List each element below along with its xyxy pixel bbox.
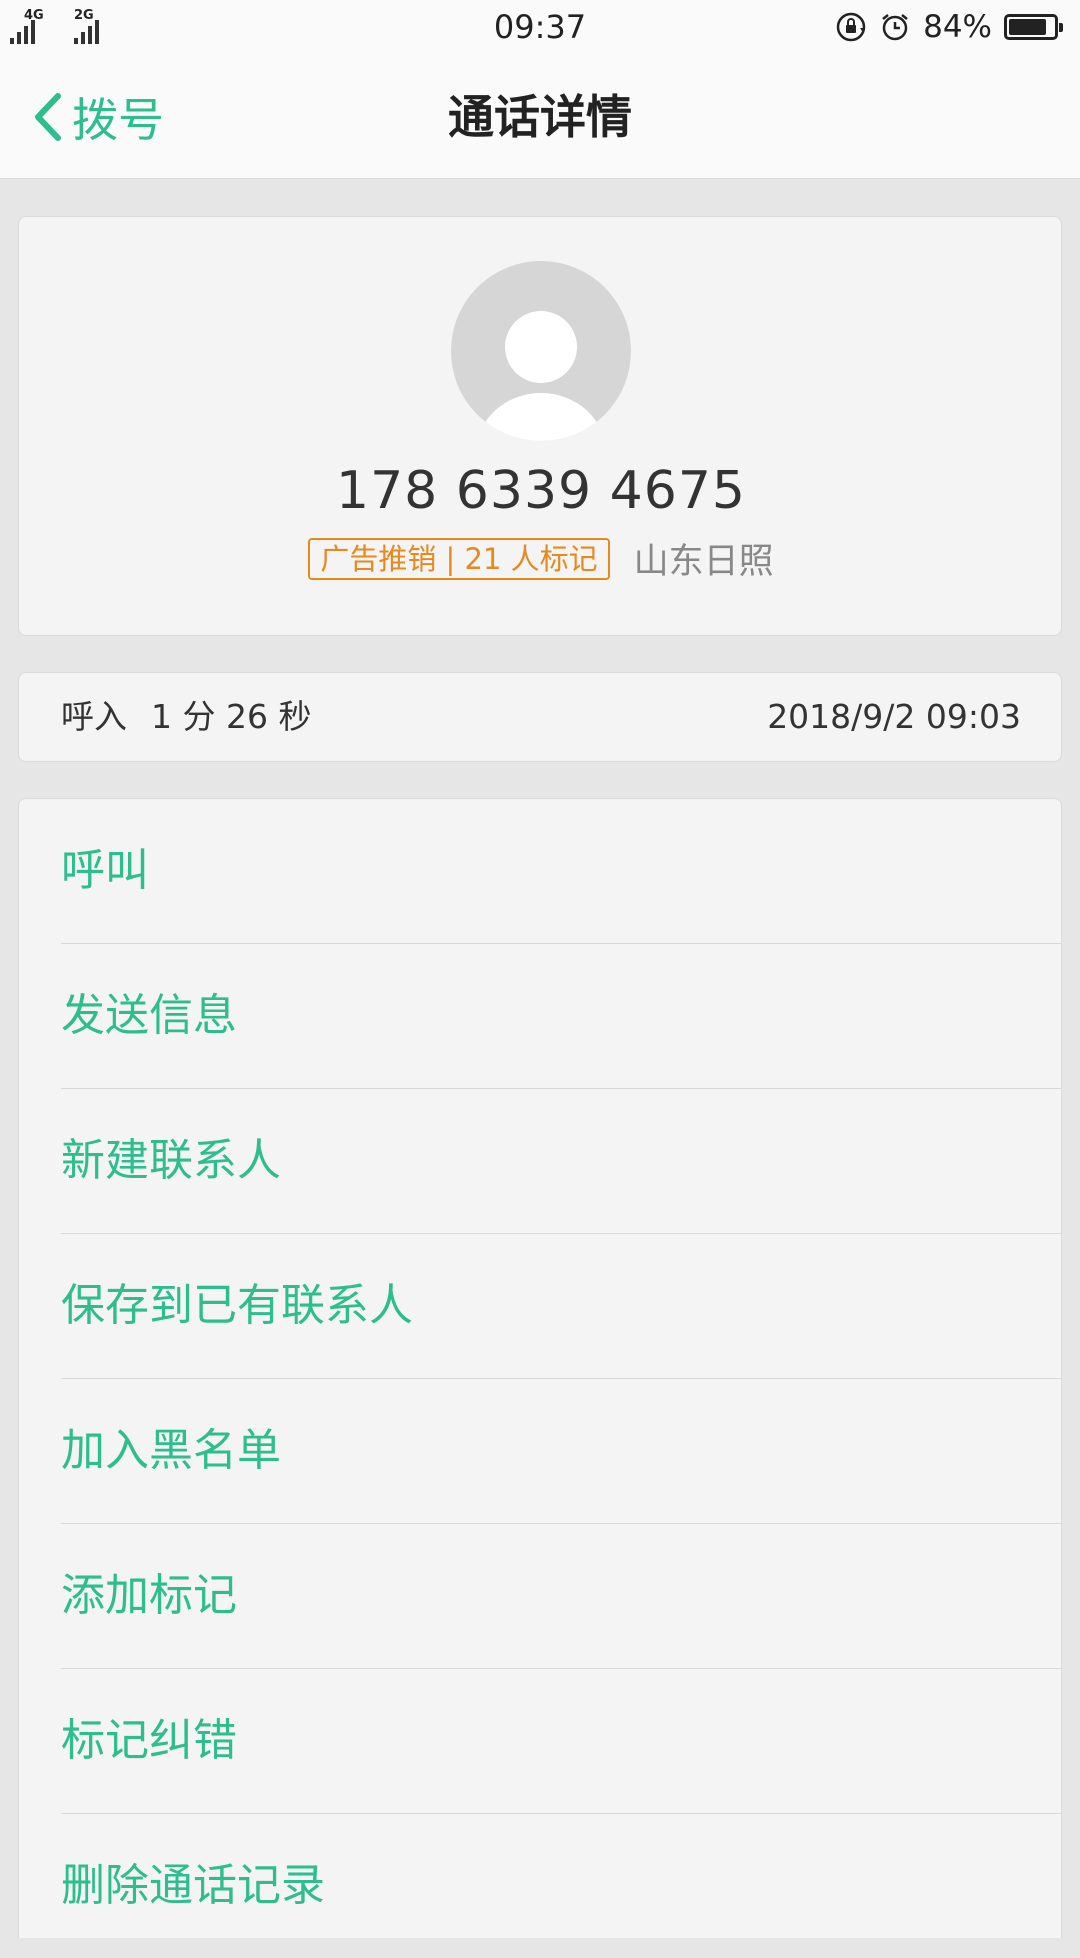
number-location: 山东日照: [633, 542, 774, 582]
action-correct-tag[interactable]: 标记纠错: [61, 1669, 1061, 1813]
action-label: 呼叫: [61, 845, 149, 896]
action-add-to-blacklist[interactable]: 加入黑名单: [61, 1379, 1061, 1523]
action-label: 保存到已有联系人: [61, 1280, 413, 1331]
action-label: 发送信息: [61, 990, 237, 1041]
action-save-to-existing-contact[interactable]: 保存到已有联系人: [61, 1234, 1061, 1378]
phone-number: 178 6339 4675: [336, 461, 746, 521]
action-new-contact[interactable]: 新建联系人: [61, 1089, 1061, 1233]
actions-card: 呼叫 发送信息 新建联系人 保存到已有联系人 加入黑名单 添加标记 标记纠错 删…: [18, 798, 1062, 1938]
spam-tag-badge: 广告推销 | 21 人标记: [308, 537, 610, 580]
top-bar: 4G 2G 09:37 84% 拨号 通话详情: [0, 0, 1080, 179]
avatar-body: [476, 393, 606, 441]
action-label: 删除通话记录: [61, 1860, 325, 1911]
status-bar: 4G 2G 09:37 84%: [0, 0, 1080, 56]
call-type: 呼入: [61, 697, 127, 736]
action-label: 加入黑名单: [61, 1425, 281, 1476]
rotation-lock-icon: [836, 12, 866, 42]
battery-icon: [1004, 14, 1063, 40]
call-duration: 1 分 26 秒: [151, 697, 312, 736]
action-add-tag[interactable]: 添加标记: [61, 1524, 1061, 1668]
call-record-card: 呼入 1 分 26 秒 2018/9/2 09:03: [18, 672, 1062, 762]
call-datetime: 2018/9/2 09:03: [767, 697, 1021, 736]
battery-level: [1009, 19, 1046, 35]
nav-bar: 拨号 通话详情: [0, 56, 1080, 178]
avatar[interactable]: [451, 261, 631, 441]
action-call[interactable]: 呼叫: [61, 799, 1061, 943]
action-send-message[interactable]: 发送信息: [61, 944, 1061, 1088]
action-label: 添加标记: [61, 1570, 237, 1621]
alarm-icon: [882, 14, 908, 41]
tag-row: 广告推销 | 21 人标记 山东日照: [19, 533, 1063, 584]
page-title: 通话详情: [448, 90, 632, 144]
status-right: 84%: [835, 8, 1064, 46]
action-label: 标记纠错: [61, 1715, 237, 1766]
action-label: 新建联系人: [61, 1135, 281, 1186]
contact-card: 178 6339 4675 广告推销 | 21 人标记 山东日照: [18, 216, 1062, 636]
battery-percent: 84%: [923, 9, 992, 45]
action-delete-call-record[interactable]: 删除通话记录: [61, 1814, 1061, 1958]
avatar-head: [505, 311, 577, 383]
